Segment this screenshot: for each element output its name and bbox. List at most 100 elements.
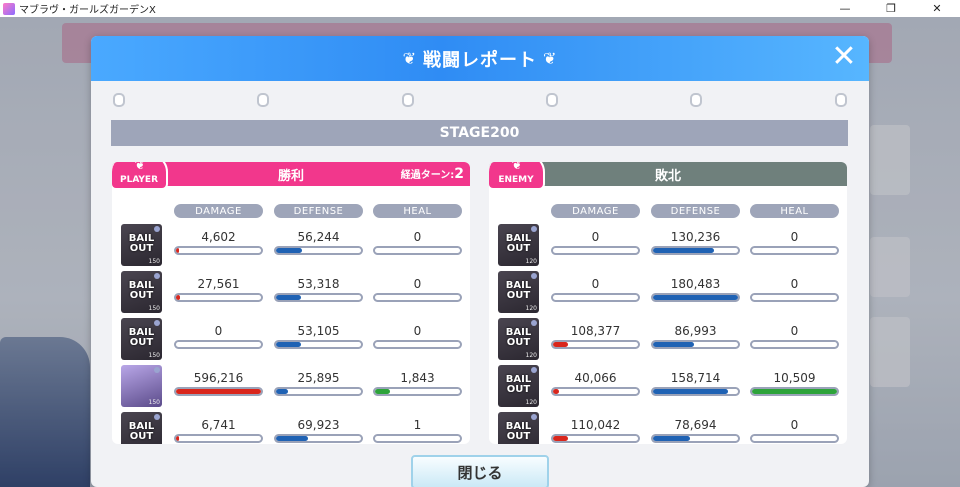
close-icon[interactable]: ✕ bbox=[829, 42, 859, 72]
wing-right-icon: ❦ bbox=[543, 49, 558, 68]
heal-cell: 0 bbox=[750, 271, 839, 313]
damage-bar bbox=[174, 246, 263, 255]
defense-bar-fill bbox=[276, 248, 303, 253]
damage-cell: 40,066 bbox=[551, 365, 640, 407]
enemy-panel: ❦ ENEMY 敗北 DAMAGE DEFENSE HEAL BAIL OUT 1… bbox=[489, 162, 847, 444]
damage-cell: 27,561 bbox=[174, 271, 263, 313]
unit-avatar[interactable]: BAIL OUT120 bbox=[498, 224, 539, 266]
heal-value: 1,843 bbox=[400, 371, 435, 385]
maximize-button[interactable]: ❐ bbox=[868, 0, 914, 17]
damage-bar-fill bbox=[553, 342, 569, 347]
rarity-gem-icon bbox=[154, 226, 160, 232]
damage-bar-fill bbox=[176, 295, 181, 300]
unit-avatar[interactable]: BAIL OUT150 bbox=[121, 224, 162, 266]
defense-bar bbox=[274, 246, 363, 255]
damage-value: 6,741 bbox=[201, 418, 236, 432]
heal-value: 0 bbox=[413, 230, 422, 244]
heal-bar bbox=[750, 340, 839, 349]
unit-level: 120 bbox=[525, 258, 537, 265]
minimize-button[interactable]: — bbox=[822, 0, 868, 17]
unit-avatar[interactable]: BAIL OUT150 bbox=[121, 271, 162, 313]
heal-cell: 0 bbox=[373, 271, 462, 313]
heal-bar-fill bbox=[375, 389, 391, 394]
table-row: BAIL OUT 120 0 130,236 0 bbox=[489, 224, 847, 268]
damage-value: 40,066 bbox=[574, 371, 617, 385]
close-button[interactable]: 閉じる bbox=[411, 455, 549, 487]
ring-icon bbox=[690, 93, 702, 107]
defense-bar-fill bbox=[276, 436, 309, 441]
unit-avatar[interactable]: BAIL OUT150 bbox=[121, 318, 162, 360]
enemy-result: 敗北 bbox=[654, 168, 681, 184]
heal-value: 0 bbox=[790, 324, 799, 338]
window-controls: — ❐ ✕ bbox=[822, 0, 960, 17]
damage-bar bbox=[551, 387, 640, 396]
table-row: BAIL OUT 150 0 53,105 0 bbox=[112, 318, 470, 362]
bail-out-label: BAIL OUT bbox=[128, 421, 155, 442]
heal-cell: 0 bbox=[373, 224, 462, 266]
unit-avatar[interactable]: BAIL OUT120 bbox=[498, 271, 539, 313]
unit-avatar[interactable]: BAIL OUT120 bbox=[498, 365, 539, 407]
defense-bar-fill bbox=[653, 436, 691, 441]
defense-bar-fill bbox=[653, 342, 694, 347]
rarity-gem-icon bbox=[154, 414, 160, 420]
damage-value: 596,216 bbox=[193, 371, 244, 385]
rarity-gem-icon bbox=[531, 273, 537, 279]
col-heal: HEAL bbox=[750, 204, 839, 218]
heal-bar bbox=[750, 434, 839, 443]
table-row: BAIL OUT 120 108,377 86,993 0 bbox=[489, 318, 847, 362]
unit-avatar[interactable]: BAIL OUT120 bbox=[498, 318, 539, 360]
defense-value: 86,993 bbox=[674, 324, 717, 338]
table-row: BAIL OUT 150 27,561 53,318 0 bbox=[112, 271, 470, 315]
defense-bar bbox=[274, 387, 363, 396]
heal-bar bbox=[750, 293, 839, 302]
table-row: BAIL OUT150 6,741 69,923 1 bbox=[112, 412, 470, 444]
bail-out-label: BAIL OUT bbox=[128, 327, 155, 348]
damage-cell: 0 bbox=[174, 318, 263, 360]
unit-avatar[interactable]: 150 bbox=[121, 365, 162, 407]
turn-count-label: 経過ターン: bbox=[400, 170, 455, 181]
damage-bar-fill bbox=[553, 436, 569, 441]
damage-bar-fill bbox=[553, 389, 559, 394]
damage-cell: 110,042 bbox=[551, 412, 640, 444]
damage-value: 110,042 bbox=[570, 418, 621, 432]
unit-level: 120 bbox=[525, 305, 537, 312]
enemy-badge: ❦ ENEMY bbox=[489, 162, 545, 190]
defense-value: 53,318 bbox=[297, 277, 340, 291]
defense-cell: 53,318 bbox=[274, 271, 363, 313]
stage-label: STAGE200 bbox=[111, 120, 848, 146]
defense-value: 25,895 bbox=[297, 371, 340, 385]
damage-cell: 4,602 bbox=[174, 224, 263, 266]
defense-value: 69,923 bbox=[297, 418, 340, 432]
defense-bar-fill bbox=[276, 295, 301, 300]
ring-icon bbox=[835, 93, 847, 107]
rarity-gem-icon bbox=[531, 226, 537, 232]
enemy-badge-text: ENEMY bbox=[498, 175, 534, 185]
heal-cell: 1,843 bbox=[373, 365, 462, 407]
heal-bar bbox=[373, 293, 462, 302]
bail-out-label: BAIL OUT bbox=[128, 280, 155, 301]
defense-bar bbox=[274, 434, 363, 443]
defense-cell: 53,105 bbox=[274, 318, 363, 360]
heal-value: 10,509 bbox=[773, 371, 816, 385]
unit-avatar[interactable]: BAIL OUT150 bbox=[121, 412, 162, 444]
player-badge: ❦ PLAYER bbox=[112, 162, 168, 190]
close-window-button[interactable]: ✕ bbox=[914, 0, 960, 17]
damage-bar bbox=[174, 293, 263, 302]
damage-bar bbox=[551, 434, 640, 443]
table-row: BAIL OUT 150 4,602 56,244 0 bbox=[112, 224, 470, 268]
defense-value: 180,483 bbox=[670, 277, 721, 291]
defense-value: 130,236 bbox=[670, 230, 721, 244]
damage-value: 0 bbox=[591, 277, 600, 291]
unit-avatar[interactable]: BAIL OUT120 bbox=[498, 412, 539, 444]
defense-bar bbox=[651, 434, 740, 443]
heal-bar bbox=[750, 246, 839, 255]
wing-left-icon: ❦ bbox=[402, 49, 417, 68]
damage-cell: 108,377 bbox=[551, 318, 640, 360]
heal-cell: 1 bbox=[373, 412, 462, 444]
defense-cell: 25,895 bbox=[274, 365, 363, 407]
heal-bar bbox=[373, 246, 462, 255]
app-icon bbox=[3, 2, 15, 15]
game-canvas: ❦ 戦闘レポート ❦ ✕ STAGE200 ❦ PLAYER 勝利 経過ターン:… bbox=[0, 17, 960, 487]
unit-level: 150 bbox=[148, 258, 160, 265]
battle-report-dialog: ❦ 戦闘レポート ❦ ✕ STAGE200 ❦ PLAYER 勝利 経過ターン:… bbox=[91, 36, 869, 487]
